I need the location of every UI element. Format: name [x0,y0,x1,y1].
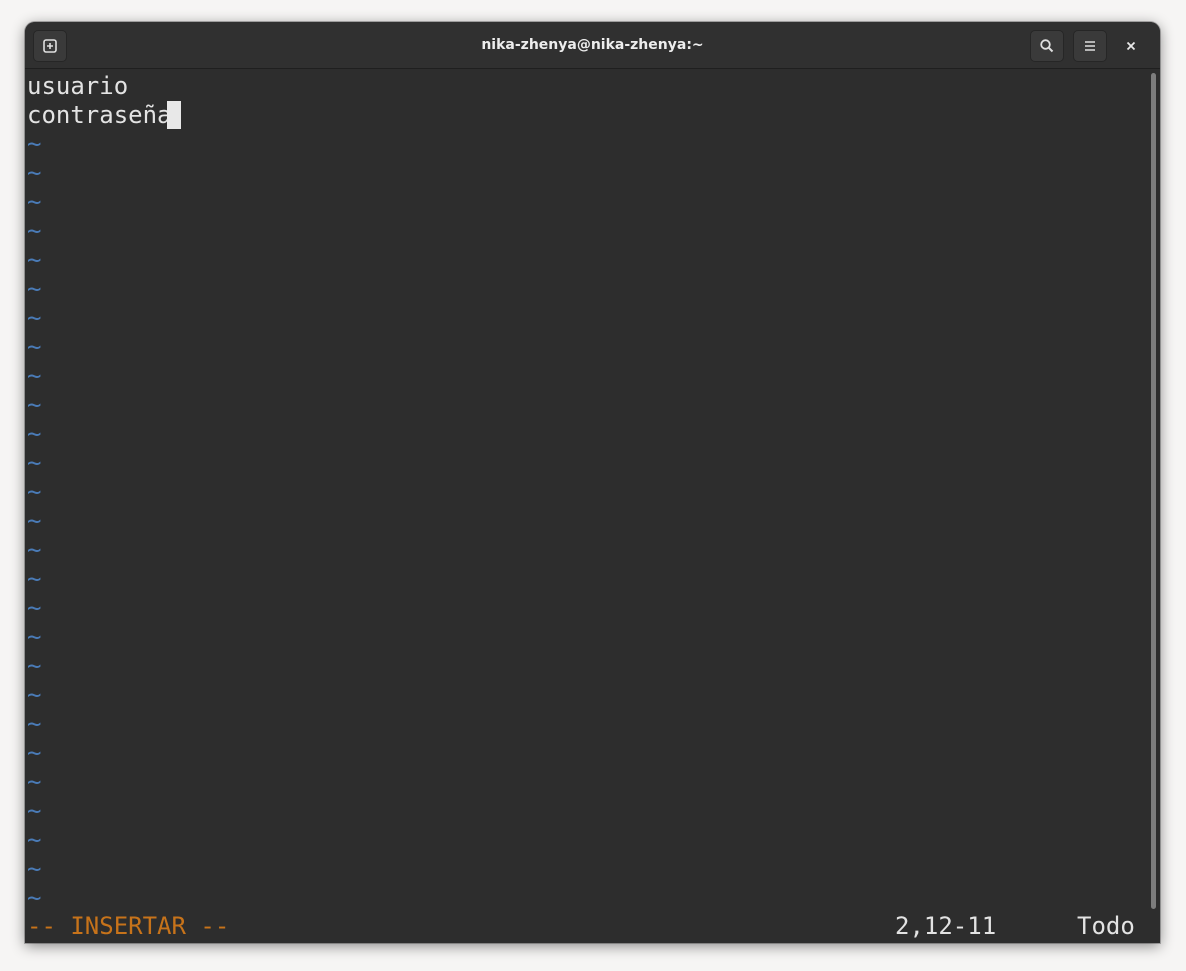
search-button[interactable] [1030,30,1064,62]
empty-line-tilde: ~ [27,333,42,361]
search-icon [1040,39,1054,53]
empty-line-tilde: ~ [27,536,42,564]
close-icon [1126,41,1136,51]
empty-line-tilde: ~ [27,623,42,651]
empty-line-tilde: ~ [27,159,42,187]
empty-line-tilde: ~ [27,217,42,245]
empty-line-tilde: ~ [27,420,42,448]
cursor-position: 2,12-11 [895,912,997,940]
empty-line-tilde: ~ [27,275,42,303]
terminal-window: nika-zhenya@nika-zhenya:~ usuario contra… [25,22,1160,943]
empty-line-tilde: ~ [27,507,42,535]
empty-line-tilde: ~ [27,130,42,158]
editor-line-1[interactable]: usuario [27,72,128,101]
text-cursor [167,101,181,129]
window-title: nika-zhenya@nika-zhenya:~ [481,37,704,53]
empty-line-tilde: ~ [27,188,42,216]
empty-line-tilde: ~ [27,797,42,825]
empty-line-tilde: ~ [27,304,42,332]
empty-line-tilde: ~ [27,246,42,274]
empty-line-tilde: ~ [27,768,42,796]
empty-line-tilde: ~ [27,652,42,680]
empty-line-tilde: ~ [27,855,42,883]
scroll-position: Todo [1077,912,1135,940]
empty-line-tilde: ~ [27,884,42,912]
new-tab-button[interactable] [33,30,67,62]
empty-line-tilde: ~ [27,391,42,419]
empty-line-tilde: ~ [27,826,42,854]
empty-line-tilde: ~ [27,478,42,506]
editor-line-2[interactable]: contraseña [27,101,172,130]
hamburger-menu-icon [1085,41,1095,51]
scrollbar[interactable] [1147,69,1160,943]
mode-indicator: -- INSERTAR -- [27,912,230,940]
title-bar: nika-zhenya@nika-zhenya:~ [25,22,1160,69]
empty-line-tilde: ~ [27,739,42,767]
empty-line-tilde: ~ [27,594,42,622]
empty-line-tilde: ~ [27,565,42,593]
empty-line-tilde: ~ [27,449,42,477]
new-tab-icon [43,39,57,53]
empty-line-tilde: ~ [27,681,42,709]
terminal-area[interactable]: usuario contraseña ~ ~ ~ ~ ~ ~ ~ ~ ~ ~ ~ ~ ~ ~ ~ ~ ~ ~ ~ ~ ~… [25,69,1160,943]
empty-line-tilde: ~ [27,362,42,390]
menu-button[interactable] [1073,30,1107,62]
close-button[interactable] [1119,34,1143,58]
empty-line-tilde: ~ [27,710,42,738]
scrollbar-thumb[interactable] [1151,73,1156,909]
